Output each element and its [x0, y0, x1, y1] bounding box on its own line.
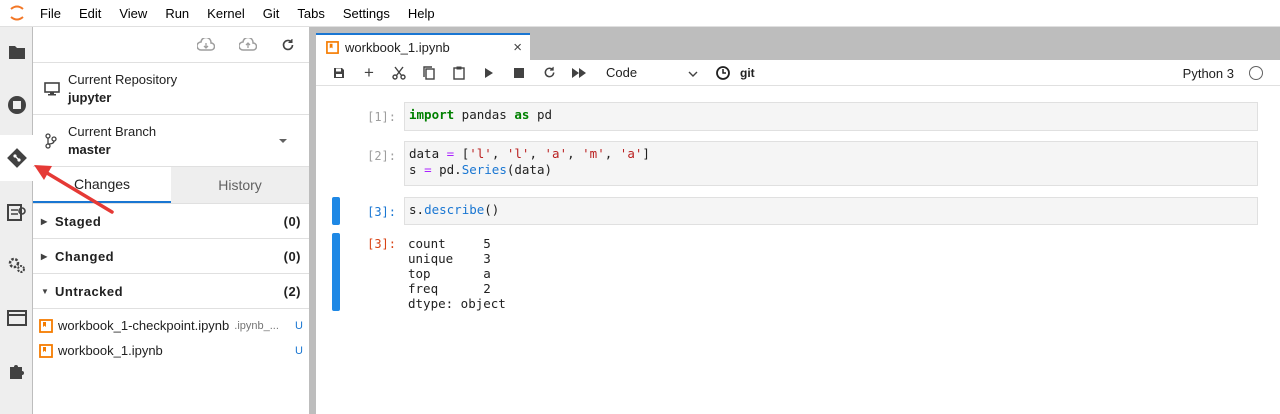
restart-icon[interactable] — [534, 61, 564, 85]
tab-workbook[interactable]: workbook_1.ipynb × — [316, 33, 530, 60]
cut-icon[interactable] — [384, 61, 414, 85]
folder-icon[interactable] — [0, 29, 33, 75]
save-icon[interactable] — [324, 61, 354, 85]
kernel-name[interactable]: Python 3 — [1183, 66, 1234, 81]
branch-value: master — [68, 141, 111, 157]
close-icon[interactable]: × — [513, 39, 522, 56]
menu-view[interactable]: View — [110, 0, 156, 27]
kernel-status-icon — [1249, 66, 1263, 80]
file-status: U — [295, 344, 303, 357]
notebook-icon — [39, 343, 53, 358]
cell-editor[interactable]: import pandas as pd — [404, 102, 1258, 131]
file-item[interactable]: workbook_1-checkpoint.ipynb .ipynb_... U — [33, 313, 309, 338]
extension-icon[interactable] — [0, 348, 33, 394]
notebook-toolbar: + Code git Python 3 — [316, 60, 1280, 86]
settings-icon[interactable] — [0, 242, 33, 288]
menu-edit[interactable]: Edit — [70, 0, 110, 27]
run-icon[interactable] — [474, 61, 504, 85]
refresh-icon[interactable] — [281, 38, 295, 52]
tab-title: workbook_1.ipynb — [345, 40, 450, 55]
menu-file[interactable]: File — [34, 0, 70, 27]
section-count: (0) — [283, 213, 301, 229]
tabs-icon[interactable] — [0, 295, 33, 341]
add-cell-icon[interactable]: + — [354, 61, 384, 85]
branch-label: Current Branch — [68, 123, 157, 139]
paste-icon[interactable] — [444, 61, 474, 85]
fast-forward-icon[interactable] — [564, 61, 594, 85]
notebook-icon — [326, 41, 339, 54]
cell-type-value: Code — [606, 65, 638, 80]
notebook-icon — [39, 318, 53, 333]
file-name: workbook_1-checkpoint.ipynb — [58, 318, 230, 333]
cell-type-select[interactable]: Code — [606, 65, 698, 80]
file-name: workbook_1.ipynb — [58, 343, 163, 358]
section-name: Untracked — [55, 283, 124, 299]
git-icon[interactable] — [0, 135, 33, 181]
clock-icon[interactable] — [708, 61, 738, 85]
output-text: count 5 unique 3 top a freq 2 dtype: obj… — [408, 236, 506, 311]
section-name: Changed — [55, 248, 115, 264]
current-repository[interactable]: Current Repository jupyter — [33, 63, 309, 115]
menu-help[interactable]: Help — [399, 0, 444, 27]
desktop-icon — [44, 81, 68, 96]
tab-history[interactable]: History — [171, 167, 309, 203]
property-inspector-icon[interactable] — [0, 189, 33, 235]
menu-bar: File Edit View Run Kernel Git Tabs Setti… — [0, 0, 1280, 27]
menu-tabs[interactable]: Tabs — [288, 0, 333, 27]
cloud-download-icon[interactable] — [197, 37, 215, 52]
git-panel-toolbar — [33, 27, 309, 63]
output-prompt: [3]: — [367, 237, 396, 251]
chevron-down-icon — [688, 65, 698, 80]
git-label[interactable]: git — [740, 66, 755, 80]
cell-prompt: [2]: — [367, 149, 396, 163]
caret-right-icon: ▶ — [41, 251, 48, 261]
running-icon[interactable] — [0, 82, 33, 128]
repository-value: jupyter — [68, 89, 112, 105]
menu-settings[interactable]: Settings — [334, 0, 399, 27]
repository-label: Current Repository — [68, 71, 178, 87]
section-changed[interactable]: ▶ Changed (0) — [33, 239, 309, 274]
annotation-arrow — [34, 165, 114, 214]
chevron-down-icon[interactable] — [279, 139, 287, 143]
git-panel: Current Repository jupyter Current Branc… — [33, 27, 310, 414]
copy-icon[interactable] — [414, 61, 444, 85]
cell-editor[interactable]: data = ['l', 'l', 'a', 'm', 'a'] s = pd.… — [404, 141, 1258, 186]
menu-kernel[interactable]: Kernel — [198, 0, 254, 27]
section-untracked[interactable]: ▼ Untracked (2) — [33, 274, 309, 309]
cell-prompt: [1]: — [367, 110, 396, 124]
menu-git[interactable]: Git — [254, 0, 289, 27]
cell-editor[interactable]: s.describe() — [404, 197, 1258, 225]
activity-bar — [0, 27, 33, 414]
menu-run[interactable]: Run — [156, 0, 198, 27]
jupyter-logo-icon — [0, 0, 34, 27]
section-count: (0) — [283, 248, 301, 264]
section-count: (2) — [283, 283, 301, 299]
file-item[interactable]: workbook_1.ipynb U — [33, 338, 309, 363]
file-status: U — [295, 319, 303, 332]
notebook-panel: + Code git Python 3 [1]: import pandas a… — [316, 60, 1280, 414]
cell-prompt: [3]: — [367, 205, 396, 219]
cloud-upload-icon[interactable] — [239, 37, 257, 52]
branch-icon — [44, 132, 68, 149]
caret-down-icon: ▼ — [41, 286, 50, 296]
stop-icon[interactable] — [504, 61, 534, 85]
